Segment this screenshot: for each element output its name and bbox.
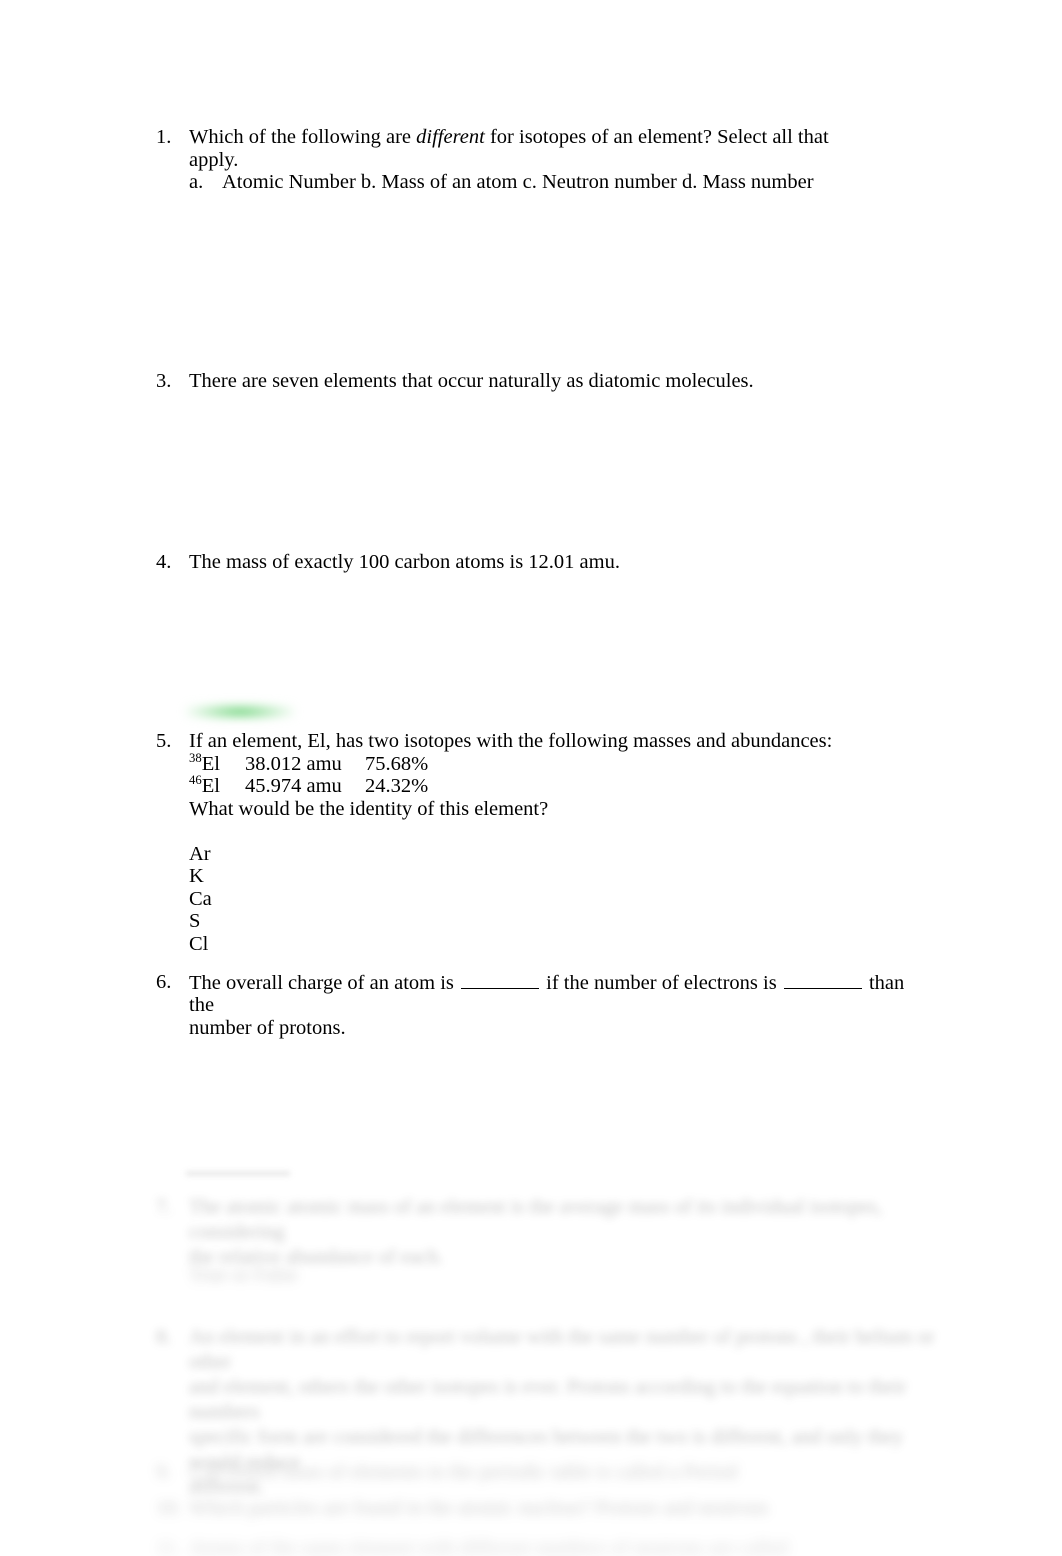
question-1-option-a: a. Atomic Number b. Mass of an atom c. N… (189, 171, 856, 194)
question-6: 6. The overall charge of an atom is if t… (156, 971, 916, 1039)
question-1: 1. Which of the following are different … (156, 126, 856, 194)
question-3-text: There are seven elements that occur natu… (189, 370, 754, 392)
obscured-item-11: 11. Atoms of the same element with diffe… (156, 1536, 946, 1556)
isotope-1-mass-number: 38 (189, 750, 202, 765)
question-5-choice-s[interactable]: S (189, 910, 936, 933)
obscured-item-10-number: 10. (156, 1497, 182, 1519)
question-6-body: The overall charge of an atom is if the … (189, 971, 916, 1039)
isotope-2-symbol: 46El (189, 773, 245, 798)
obscured-item-7-number: 7. (156, 1196, 172, 1218)
obscured-item-9-number: 9. (156, 1461, 172, 1483)
question-1-text-before: Which of the following are (189, 126, 417, 148)
obscured-item-7: 7. The atomic atomic mass of an element … (156, 1195, 946, 1270)
isotope-2-abundance: 24.32% (365, 775, 429, 797)
question-1-text: Which of the following are different for… (189, 126, 834, 171)
question-3: 3. There are seven elements that occur n… (156, 370, 916, 393)
question-4-text: The mass of exactly 100 carbon atoms is … (189, 551, 620, 573)
question-1-italic-word: different (416, 126, 485, 148)
question-1-option-a-label: a. (189, 171, 204, 193)
worksheet-page: 1. Which of the following are different … (0, 0, 1062, 1556)
obscured-item-10-line-1: Which particles are found in the atomic … (189, 1497, 769, 1519)
isotope-row-1: 38El 38.012 amu 75.68% (189, 750, 936, 776)
question-5-blank-line (189, 820, 936, 843)
question-6-line-1: The overall charge of an atom is if the … (189, 971, 916, 1017)
question-5-choice-k[interactable]: K (189, 865, 936, 888)
question-4: 4. The mass of exactly 100 carbon atoms … (156, 551, 916, 574)
green-highlight-remnant (185, 703, 295, 719)
obscured-item-7-line-1: The atomic atomic mass of an element is … (189, 1196, 882, 1243)
question-5-body: If an element, El, has two isotopes with… (189, 730, 936, 955)
question-5-number: 5. (156, 730, 172, 752)
question-5-choice-cl[interactable]: Cl (189, 933, 936, 956)
isotope-1-abundance: 75.68% (365, 752, 429, 775)
question-4-number: 4. (156, 551, 172, 573)
obscured-item-9-line-1: Calculated mass of elements in the perio… (189, 1461, 738, 1483)
question-5-stem: If an element, El, has two isotopes with… (189, 730, 833, 752)
question-6-part-1: The overall charge of an atom is (189, 971, 460, 994)
isotope-2-mass-number: 46 (189, 773, 202, 788)
obscured-item-7-body: The atomic atomic mass of an element is … (189, 1195, 946, 1270)
question-3-number: 3. (156, 370, 172, 392)
question-1-option-a-text: Atomic Number b. Mass of an atom c. Neut… (222, 171, 814, 193)
isotope-1-element-symbol: El (201, 752, 220, 775)
isotope-1-symbol: 38El (189, 750, 245, 776)
obscured-item-9: 9. Calculated mass of elements in the pe… (156, 1460, 946, 1485)
isotope-2-element-symbol: El (201, 775, 220, 797)
question-6-blank-1[interactable] (461, 971, 540, 989)
question-5-prompt: What would be the identity of this eleme… (189, 797, 549, 820)
question-6-part-2: if the number of electrons is (541, 971, 782, 994)
question-1-body: Which of the following are different for… (189, 126, 856, 194)
question-5: 5. If an element, El, has two isotopes w… (156, 730, 936, 955)
question-6-line-2: number of protons. (189, 1016, 346, 1039)
obscured-item-10: 10. Which particles are found in the ato… (156, 1496, 946, 1521)
obscured-item-8-number: 8. (156, 1326, 172, 1348)
obscured-item-8-line-2: and element, others the other isotopes i… (189, 1376, 907, 1423)
question-5-choice-ar[interactable]: Ar (189, 843, 936, 866)
isotope-2-mass: 45.974 amu (245, 775, 342, 797)
question-5-choice-ca[interactable]: Ca (189, 888, 936, 911)
question-1-number: 1. (156, 126, 172, 148)
obscured-item-11-line-1: Atoms of the same element with different… (189, 1537, 789, 1556)
obscured-item-7-extra-line: True or False (189, 1264, 298, 1286)
obscured-item-11-number: 11. (156, 1537, 181, 1556)
obscured-questions-region: 7. The atomic atomic mass of an element … (0, 1150, 1062, 1556)
question-6-blank-2[interactable] (783, 971, 862, 989)
isotope-1-mass: 38.012 amu (245, 752, 342, 775)
isotope-row-2: 46El 45.974 amu 24.32% (189, 773, 936, 798)
question-6-number: 6. (156, 971, 172, 993)
obscured-item-8-line-1: An element in an effort to report volume… (189, 1326, 935, 1373)
